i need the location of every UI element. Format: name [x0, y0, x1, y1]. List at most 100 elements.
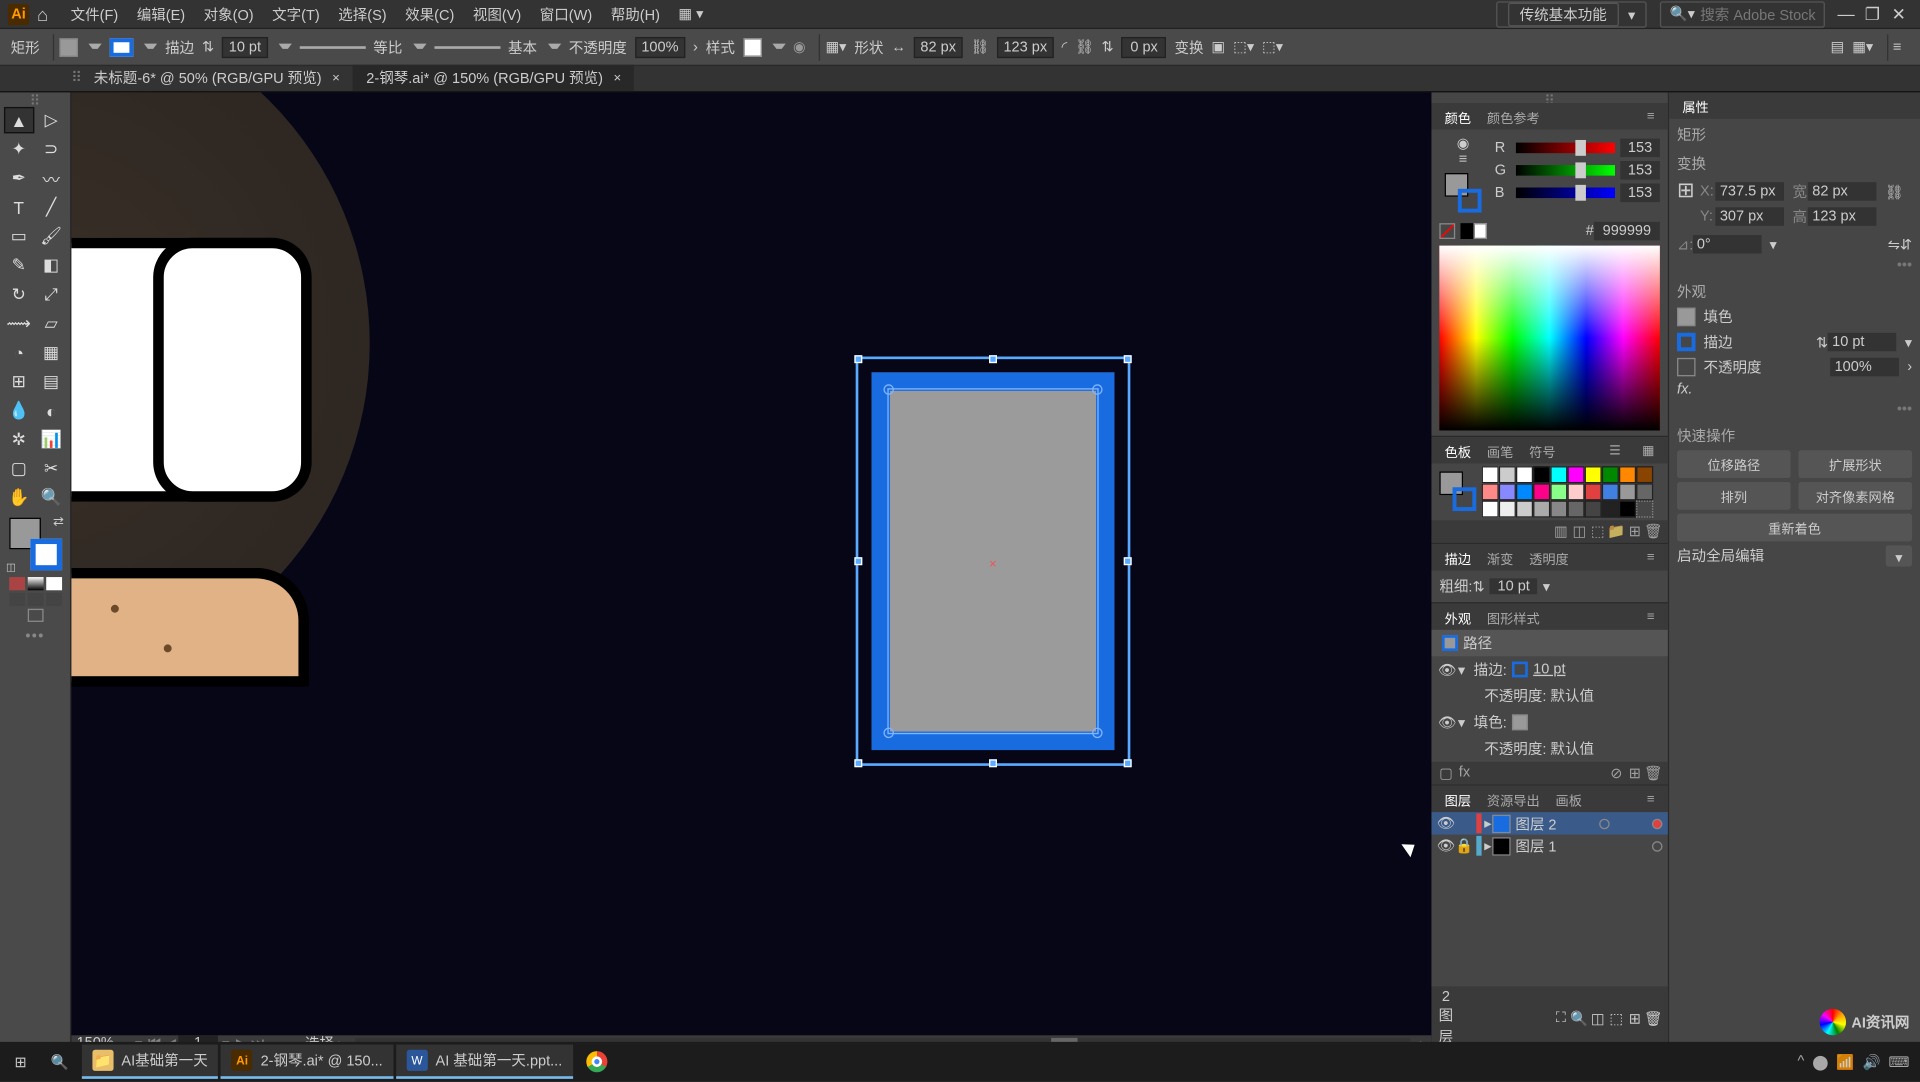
corner-input[interactable]: 0 px: [1122, 36, 1167, 57]
tray-icon[interactable]: 📶: [1836, 1053, 1854, 1070]
line-tool[interactable]: ╱: [36, 194, 66, 220]
delete-swatch-icon[interactable]: 🗑: [1644, 523, 1662, 540]
panel-menu-icon[interactable]: ≡: [1639, 609, 1663, 624]
menu-view[interactable]: 视图(V): [464, 3, 531, 24]
arrange-button[interactable]: 排列: [1677, 482, 1791, 510]
target-icon[interactable]: [1652, 818, 1663, 829]
draw-normal-icon[interactable]: [9, 593, 25, 606]
taskbar-item-folder[interactable]: 📁AI基础第一天: [82, 1045, 219, 1079]
list-view-icon[interactable]: ☰: [1601, 443, 1629, 458]
taskbar-item-illustrator[interactable]: Ai2-钢琴.ai* @ 150...: [221, 1045, 393, 1079]
tab-doc-2[interactable]: 2-钢琴.ai* @ 150% (RGB/GPU 预览)×: [353, 65, 634, 91]
swatch-options-icon[interactable]: ⬚: [1589, 523, 1607, 540]
gradient-tab[interactable]: 渐变: [1479, 547, 1521, 567]
shape-builder-tool[interactable]: ◔: [4, 339, 34, 365]
menu-type[interactable]: 文字(T): [263, 3, 329, 24]
color-guide-tab[interactable]: 颜色参考: [1479, 106, 1548, 126]
symbol-sprayer-tool[interactable]: ✲: [4, 427, 34, 453]
start-button[interactable]: ⊞: [4, 1045, 37, 1079]
scale-tool[interactable]: ⤢: [36, 281, 66, 307]
stroke-stepper-icon[interactable]: ⇅: [202, 38, 214, 55]
properties-tab[interactable]: 属性: [1674, 96, 1716, 116]
spectrum-icon[interactable]: ◉: [1457, 135, 1470, 152]
tray-icon[interactable]: 🔊: [1862, 1053, 1880, 1070]
graphic-styles-tab[interactable]: 图形样式: [1479, 607, 1548, 627]
symbols-tab[interactable]: 符号: [1521, 440, 1563, 460]
selected-rectangle[interactable]: ×: [856, 357, 1131, 766]
taskbar-search[interactable]: 🔍: [40, 1045, 79, 1079]
corner-stepper-icon[interactable]: ⇅: [1102, 38, 1114, 55]
screen-mode-icon[interactable]: [27, 609, 43, 622]
swap-icon[interactable]: ⇄: [53, 515, 64, 530]
tab-doc-1[interactable]: 未标题-6* @ 50% (RGB/GPU 预览)×: [81, 65, 354, 91]
edit-toolbar-icon[interactable]: •••: [3, 629, 68, 645]
paintbrush-tool[interactable]: 🖌: [36, 223, 66, 249]
y-input[interactable]: 307 px: [1716, 207, 1785, 225]
target-icon[interactable]: [1652, 840, 1663, 851]
direct-selection-tool[interactable]: ▷: [36, 107, 66, 133]
align-icon[interactable]: ▦▾: [825, 38, 846, 55]
perspective-tool[interactable]: ▦: [36, 339, 66, 365]
default-colors-icon[interactable]: ◫: [6, 561, 16, 573]
restore-icon[interactable]: ❐: [1863, 3, 1881, 24]
stroke-swatch[interactable]: [1677, 333, 1695, 351]
stroke-weight-input[interactable]: 10 pt: [1490, 578, 1538, 594]
link-icon[interactable]: ⛓: [1885, 183, 1903, 200]
b-input[interactable]: 153: [1620, 184, 1660, 202]
dropdown-icon[interactable]: ▾: [1886, 545, 1912, 566]
slice-tool[interactable]: ✂: [36, 456, 66, 482]
mesh-tool[interactable]: ⊞: [4, 368, 34, 394]
disclosure-icon[interactable]: ▾: [1458, 661, 1474, 678]
selection-tool[interactable]: ▲: [4, 107, 34, 133]
panel-menu-icon[interactable]: ≡: [1639, 550, 1663, 565]
menu-file[interactable]: 文件(F): [61, 3, 127, 24]
panel-menu-icon[interactable]: ≡: [1639, 792, 1663, 807]
layer-row[interactable]: 👁🔒 ▸ 图层 1: [1431, 835, 1667, 857]
stroke-tab[interactable]: 描边: [1437, 547, 1479, 567]
color-spectrum[interactable]: [1439, 246, 1660, 431]
type-tool[interactable]: T: [4, 194, 34, 220]
visibility-icon[interactable]: 👁: [1437, 661, 1458, 678]
eyedropper-tool[interactable]: 💧: [4, 397, 34, 423]
pen-tool[interactable]: ✒: [4, 165, 34, 191]
locate-icon[interactable]: ⛶: [1552, 1010, 1570, 1027]
fill-swatch[interactable]: [59, 38, 77, 56]
none-mode-icon[interactable]: [46, 577, 62, 590]
more-options-icon[interactable]: •••: [1677, 401, 1912, 417]
stock-search[interactable]: 🔍▾ 搜索 Adobe Stock: [1660, 1, 1825, 27]
zoom-tool[interactable]: 🔍: [36, 485, 66, 511]
menu-extra-icon[interactable]: ▦ ▾: [669, 5, 713, 22]
artboard-tool[interactable]: ▢: [4, 456, 34, 482]
grid-view-icon[interactable]: ▦: [1634, 443, 1662, 458]
stroke-width-input[interactable]: 10 pt: [222, 36, 268, 57]
props-opacity-input[interactable]: 100%: [1831, 358, 1900, 376]
draw-behind-icon[interactable]: [27, 593, 43, 606]
stroke-swatch[interactable]: [110, 38, 134, 56]
x-input[interactable]: 737.5 px: [1716, 182, 1785, 200]
new-group-icon[interactable]: 📁: [1607, 523, 1625, 540]
none-swatch-icon[interactable]: [1439, 223, 1455, 239]
swatch-grid[interactable]: [1482, 466, 1666, 517]
angle-input[interactable]: 0°: [1693, 235, 1762, 253]
close-icon[interactable]: ×: [332, 71, 340, 86]
eraser-tool[interactable]: ◧: [36, 252, 66, 278]
visibility-icon[interactable]: 👁: [1437, 714, 1458, 731]
free-transform-tool[interactable]: ▱: [36, 310, 66, 336]
menu-help[interactable]: 帮助(H): [601, 3, 669, 24]
pathfinder-icon[interactable]: ⬚▾: [1233, 38, 1254, 55]
visibility-icon[interactable]: 👁: [1437, 837, 1455, 854]
style-swatch[interactable]: [743, 38, 761, 56]
new-swatch-icon[interactable]: ⊞: [1626, 523, 1644, 540]
shape-width-input[interactable]: 82 px: [914, 36, 963, 57]
white-swatch[interactable]: [1474, 223, 1487, 239]
gradient-mode-icon[interactable]: [27, 577, 43, 590]
reference-point-icon[interactable]: ⊞: [1677, 177, 1695, 231]
panel-menu-icon[interactable]: ≡: [1639, 109, 1663, 124]
dropdown-icon[interactable]: ▾: [1769, 236, 1776, 253]
prefs-icon[interactable]: ▦▾: [1852, 38, 1873, 55]
menu-object[interactable]: 对象(O): [194, 3, 263, 24]
tray-icon[interactable]: ⬤: [1812, 1053, 1828, 1070]
swatch-fill-stroke[interactable]: [1439, 471, 1476, 511]
disclosure-icon[interactable]: ▸: [1484, 815, 1491, 832]
tab-grabber[interactable]: ⠿: [73, 62, 81, 91]
